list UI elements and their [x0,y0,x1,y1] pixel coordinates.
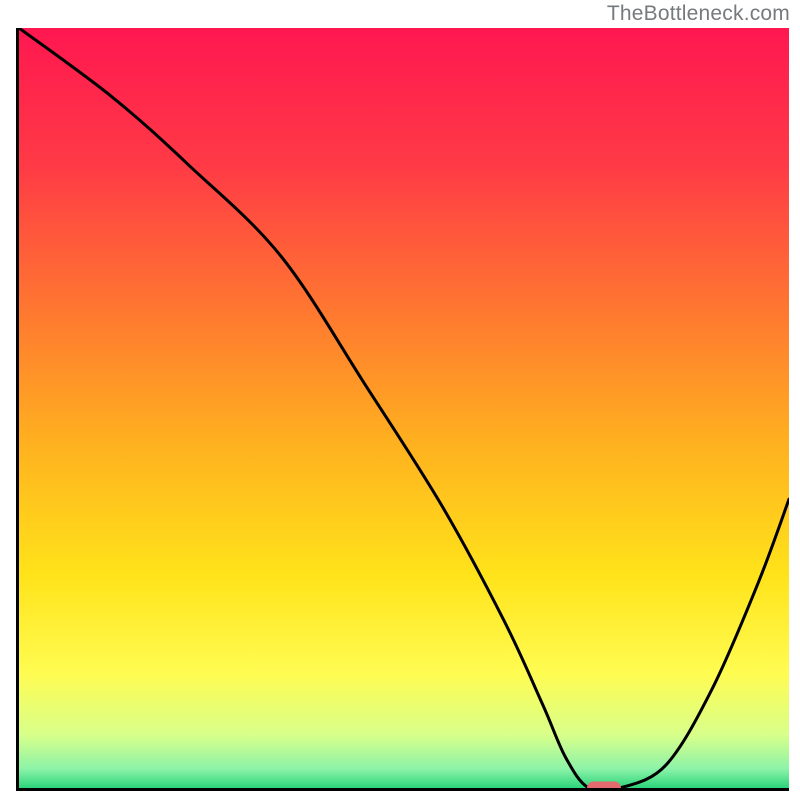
plot-svg [19,28,789,788]
source-watermark: TheBottleneck.com [607,2,790,26]
optimal-point-marker [587,782,621,792]
chart-stage: TheBottleneck.com [0,0,800,800]
gradient-background [19,28,789,788]
plot-area [16,28,789,791]
